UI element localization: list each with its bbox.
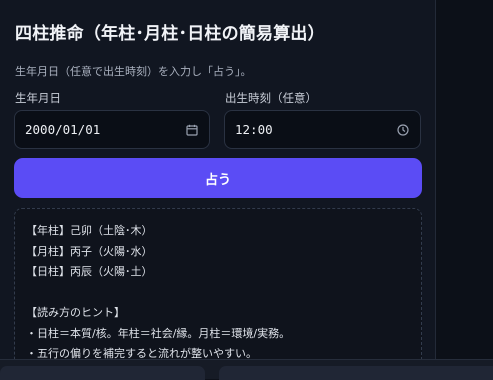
result-line: 【年柱】己卯（土陰･木） [26, 224, 153, 237]
birth-date-label: 生年月日 [15, 91, 61, 105]
right-background [436, 0, 493, 378]
result-line: 【月柱】丙子（火陽･水） [26, 244, 153, 258]
result-box: 【年柱】己卯（土陰･木） 【月柱】丙子（火陽･水） 【日柱】丙辰（火陽･土） 【… [14, 208, 422, 378]
birth-date-value: 2000/01/01 [25, 122, 101, 137]
page-title: 四柱推命（年柱･月柱･日柱の簡易算出） [15, 24, 325, 44]
birth-time-input[interactable]: 12:00 [224, 110, 421, 149]
clock-icon[interactable] [396, 123, 410, 137]
birth-time-value: 12:00 [235, 122, 273, 137]
birth-time-label: 出生時刻（任意） [225, 91, 317, 105]
result-line: 【日柱】丙辰（火陽･土） [26, 265, 153, 278]
instructions-text: 生年月日（任意で出生時刻）を入力し「占う」。 [15, 65, 252, 78]
result-line: ・日柱＝本質/核。年柱＝社会/縁。月柱＝環境/実務。 [26, 326, 291, 340]
main-panel: 四柱推命（年柱･月柱･日柱の簡易算出） 生年月日（任意で出生時刻）を入力し「占う… [0, 0, 436, 378]
result-line [26, 283, 290, 304]
fortune-submit-button[interactable]: 占う [14, 158, 422, 198]
result-lines: 【年柱】己卯（土陰･木） 【月柱】丙子（火陽･水） 【日柱】丙辰（火陽･土） 【… [26, 221, 290, 365]
birth-date-input[interactable]: 2000/01/01 [14, 110, 210, 149]
calendar-icon[interactable] [185, 123, 199, 137]
result-line: 【読み方のヒント】 [26, 306, 125, 319]
